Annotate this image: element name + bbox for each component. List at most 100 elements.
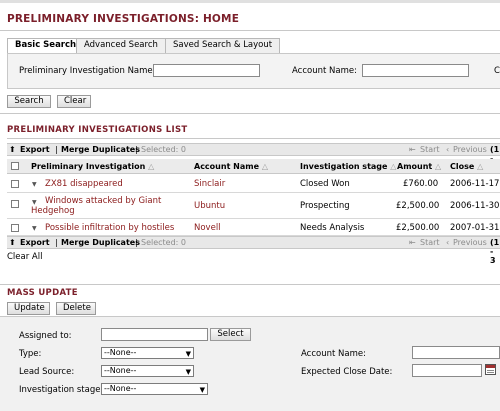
investigation-stage-select[interactable]: --None-- ▼ xyxy=(101,383,208,395)
calendar-icon[interactable] xyxy=(485,364,496,375)
column-header-name[interactable]: Preliminary Investigation △ xyxy=(31,162,154,171)
account-link[interactable]: Ubuntu xyxy=(194,201,225,211)
clear-button[interactable]: Clear xyxy=(57,95,91,108)
sort-icon: △ xyxy=(477,162,484,171)
clear-all-link[interactable]: Clear All xyxy=(7,252,42,262)
title-divider xyxy=(0,30,500,31)
delete-button[interactable]: Delete xyxy=(56,302,96,315)
column-header-close[interactable]: Close △ xyxy=(450,162,483,171)
close-date-value: 2006-11-30 xyxy=(450,201,500,211)
sort-icon: △ xyxy=(390,162,397,171)
toolbar-separator: | xyxy=(135,238,138,247)
toolbar-separator: | xyxy=(55,238,58,247)
expand-triangle-icon[interactable]: ▼ xyxy=(32,225,37,232)
pager-previous-icon: ‹ xyxy=(446,145,450,154)
select-user-button[interactable]: Select xyxy=(210,328,251,341)
investigation-link[interactable]: ZX81 disappeared xyxy=(45,179,123,189)
investigation-name-input[interactable] xyxy=(153,64,260,77)
table-row: ▼ Possible infiltration by hostiles Nove… xyxy=(7,220,500,236)
pager-start-icon: ⇤ xyxy=(409,238,416,247)
triangle-down-icon: ▼ xyxy=(185,350,191,358)
select-all-checkbox[interactable] xyxy=(11,162,19,170)
export-link[interactable]: Export xyxy=(20,238,50,247)
toolbar-separator: | xyxy=(55,145,58,154)
tab-advanced-search[interactable]: Advanced Search xyxy=(76,38,166,53)
merge-duplicates-link[interactable]: Merge Duplicates xyxy=(61,238,140,247)
assigned-to-input[interactable] xyxy=(101,328,208,341)
type-select[interactable]: --None-- ▼ xyxy=(101,347,194,359)
investigation-link[interactable]: Possible infiltration by hostiles xyxy=(45,223,174,233)
export-link[interactable]: Export xyxy=(20,145,50,154)
amount-value: £760.00 xyxy=(403,179,439,189)
selected-count: Selected: 0 xyxy=(141,145,187,154)
pager-start-icon: ⇤ xyxy=(409,145,416,154)
account-name-label: Account Name: xyxy=(292,66,357,76)
pager-start[interactable]: Start xyxy=(420,238,440,247)
account-name-input[interactable] xyxy=(362,64,469,77)
sort-icon: △ xyxy=(148,162,155,171)
search-button[interactable]: Search xyxy=(7,95,51,108)
lead-source-select-value: --None-- xyxy=(104,366,137,375)
type-label: Type: xyxy=(19,349,42,359)
section-divider xyxy=(0,284,500,285)
investigation-link-continued[interactable]: Hedgehog xyxy=(31,206,75,216)
selected-count: Selected: 0 xyxy=(141,238,187,247)
pager-start[interactable]: Start xyxy=(420,145,440,154)
amount-value: £2,500.00 xyxy=(396,223,440,233)
triangle-down-icon: ▼ xyxy=(199,386,205,394)
row-checkbox[interactable] xyxy=(11,224,19,232)
type-select-value: --None-- xyxy=(104,348,137,357)
investigation-stage-label: Investigation stage xyxy=(19,385,101,395)
stage-value: Prospecting xyxy=(300,201,350,211)
page-title: PRELIMINARY INVESTIGATIONS: HOME xyxy=(7,13,240,25)
column-header-account[interactable]: Account Name △ xyxy=(194,162,268,171)
section-divider xyxy=(0,113,500,114)
list-toolbar-bottom: ⬆ Export | Merge Duplicates | Selected: … xyxy=(7,236,500,265)
list-title: PRELIMINARY INVESTIGATIONS LIST xyxy=(7,125,188,135)
mass-account-name-input[interactable] xyxy=(412,346,500,359)
tab-saved-search-layout[interactable]: Saved Search & Layout xyxy=(165,38,281,53)
row-checkbox[interactable] xyxy=(11,200,19,208)
close-date-value: 2007-01-31 xyxy=(450,223,500,233)
close-date-value: 2006-11-17 xyxy=(450,179,500,189)
update-button[interactable]: Update xyxy=(7,302,50,315)
expected-close-date-label: Expected Close Date: xyxy=(301,367,393,377)
investigation-name-label: Preliminary Investigation Name xyxy=(19,66,153,76)
triangle-down-icon: ▼ xyxy=(185,368,191,376)
export-arrow-icon: ⬆ xyxy=(9,145,16,154)
list-title-divider xyxy=(7,138,500,139)
lead-source-select[interactable]: --None-- ▼ xyxy=(101,365,194,377)
toolbar-separator: | xyxy=(135,145,138,154)
lead-source-label: Lead Source: xyxy=(19,367,75,377)
column-header-stage[interactable]: Investigation stage △ xyxy=(300,162,396,171)
table-row: ▼ ZX81 disappeared Sinclair Closed Won £… xyxy=(7,175,500,193)
top-border xyxy=(0,0,500,3)
mass-account-name-label: Account Name: xyxy=(301,349,366,359)
close-date-label-cut: C xyxy=(494,66,500,76)
investigation-link[interactable]: Windows attacked by Giant xyxy=(45,196,161,206)
assigned-to-label: Assigned to: xyxy=(19,331,72,341)
account-link[interactable]: Sinclair xyxy=(194,179,225,189)
column-header-amount[interactable]: Amount △ xyxy=(397,162,441,171)
stage-value: Closed Won xyxy=(300,179,350,189)
export-arrow-icon: ⬆ xyxy=(9,238,16,247)
list-toolbar-top: ⬆ Export | Merge Duplicates | Selected: … xyxy=(7,143,500,172)
merge-duplicates-link[interactable]: Merge Duplicates xyxy=(61,145,140,154)
pager-previous[interactable]: Previous xyxy=(453,238,487,247)
list-header-row: Preliminary Investigation △ Account Name… xyxy=(7,159,500,174)
pager-previous[interactable]: Previous xyxy=(453,145,487,154)
sort-icon: △ xyxy=(261,162,268,171)
row-checkbox[interactable] xyxy=(11,180,19,188)
mass-update-title: MASS UPDATE xyxy=(7,288,78,298)
investigation-stage-select-value: --None-- xyxy=(104,384,137,393)
expand-triangle-icon[interactable]: ▼ xyxy=(32,181,37,188)
amount-value: £2,500.00 xyxy=(396,201,440,211)
pager-range: (1 - 3 xyxy=(490,238,500,265)
pager-previous-icon: ‹ xyxy=(446,238,450,247)
table-row: ▼ Windows attacked by Giant Hedgehog Ubu… xyxy=(7,194,500,219)
expected-close-date-input[interactable] xyxy=(412,364,482,377)
expand-triangle-icon[interactable]: ▼ xyxy=(32,199,37,206)
tab-basic-search[interactable]: Basic Search xyxy=(7,38,85,54)
account-link[interactable]: Novell xyxy=(194,223,221,233)
sort-icon: △ xyxy=(435,162,442,171)
